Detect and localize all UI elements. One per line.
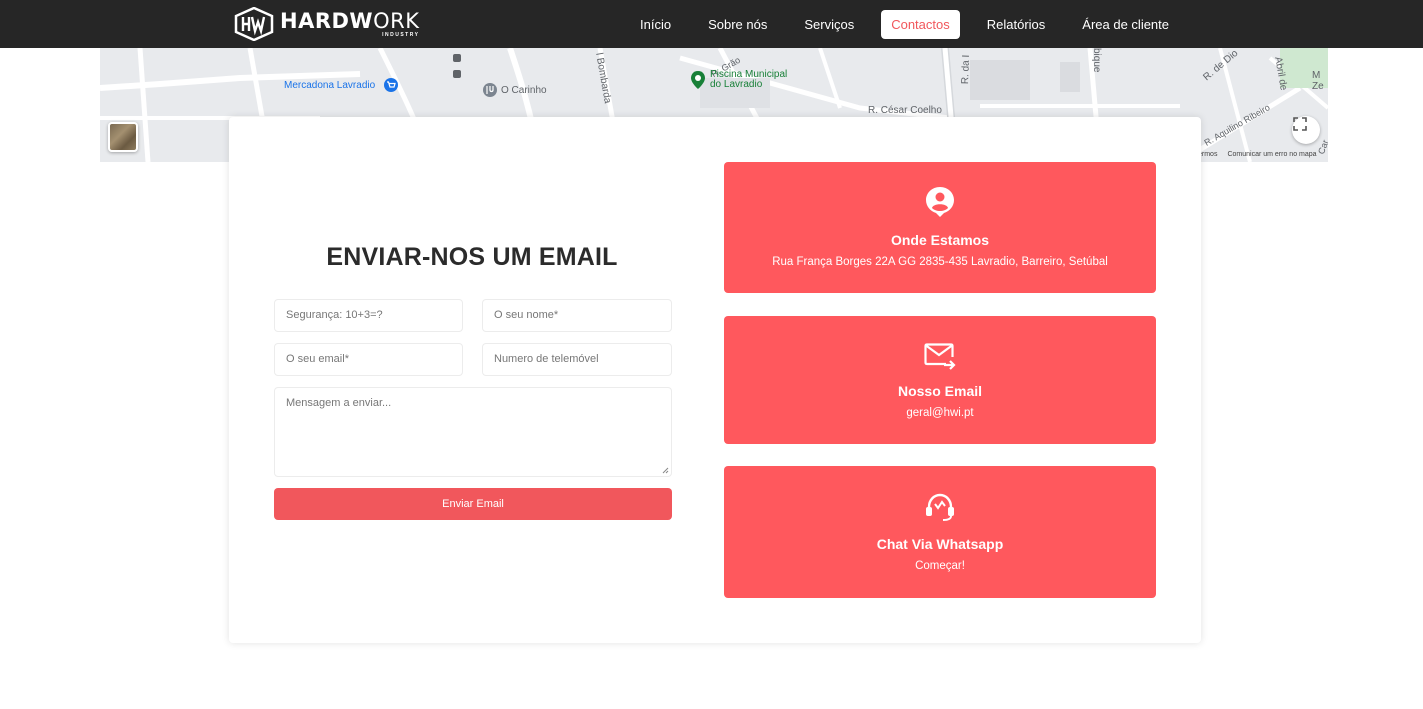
map-label-bique: bique [1091,48,1102,73]
brand-logo[interactable]: HARDWORK INDUSTRY [234,6,420,42]
mail-send-icon [924,343,956,370]
restaurant-pin-icon [483,83,497,97]
send-email-button[interactable]: Enviar Email [274,488,672,520]
map-label-ze: M Ze [1312,70,1324,92]
message-textarea[interactable]: Mensagem a enviar... [274,387,672,477]
security-input[interactable]: Segurança: 10+3=? [274,299,463,332]
location-card: Onde Estamos Rua França Borges 22A GG 28… [724,162,1156,293]
resize-handle-icon[interactable] [662,467,669,474]
map-label-mercadona: Mercadona Lavradio [284,80,376,91]
map-footer: ermos Comunicar um erro no mapa [1198,151,1317,158]
name-input[interactable]: O seu nome* [482,299,672,332]
nav-item-inicio[interactable]: Início [630,10,681,39]
form-title: ENVIAR-NOS UM EMAIL [326,243,618,271]
brand-name: HARDWORK [280,9,420,33]
nav-item-area-cliente[interactable]: Área de cliente [1072,10,1179,39]
contact-card: ENVIAR-NOS UM EMAIL Segurança: 10+3=? O … [229,117,1201,643]
hw-logo-icon [234,7,274,41]
map-report-link[interactable]: Comunicar um erro no mapa [1227,151,1316,158]
shopping-cart-pin-icon [384,78,398,92]
brand-subtitle: INDUSTRY [382,32,420,38]
nav-item-relatorios[interactable]: Relatórios [977,10,1056,39]
email-input[interactable]: O seu email* [274,343,463,376]
bus-stop-icon [453,54,461,78]
map-label-carinho: O Carinho [501,85,547,96]
fullscreen-icon [1293,117,1307,131]
main-nav: Início Sobre nós Serviços Contactos Rela… [630,10,1196,39]
map-satellite-toggle[interactable] [108,122,138,152]
map-fullscreen-button[interactable] [1292,116,1320,144]
message-placeholder: Mensagem a enviar... [286,397,392,409]
whatsapp-card[interactable]: Chat Via Whatsapp Começar! [724,466,1156,598]
email-address[interactable]: geral@hwi.pt [724,407,1156,419]
phone-input[interactable]: Numero de telemóvel [482,343,672,376]
email-card[interactable]: Nosso Email geral@hwi.pt [724,316,1156,444]
map-label-da-i: R. da I [960,54,973,85]
nav-item-servicos[interactable]: Serviços [794,10,864,39]
email-title: Nosso Email [897,383,983,399]
map-label-cesar-coelho: R. César Coelho [868,105,942,116]
whatsapp-title: Chat Via Whatsapp [876,536,1004,552]
map-label-piscina: Piscina Municipal do Lavradio [710,69,788,90]
nav-item-sobre-nos[interactable]: Sobre nós [698,10,777,39]
support-headset-icon [926,493,954,521]
location-person-icon [926,187,954,217]
location-address: Rua França Borges 22A GG 2835-435 Lavrad… [772,256,1108,268]
park-pin-icon [691,71,705,89]
top-navbar: HARDWORK INDUSTRY Início Sobre nós Servi… [0,0,1423,48]
whatsapp-start-link[interactable]: Começar! [724,560,1156,572]
brand-text: HARDWORK INDUSTRY [280,10,420,38]
location-title: Onde Estamos [890,232,990,248]
nav-item-contactos[interactable]: Contactos [881,10,960,39]
